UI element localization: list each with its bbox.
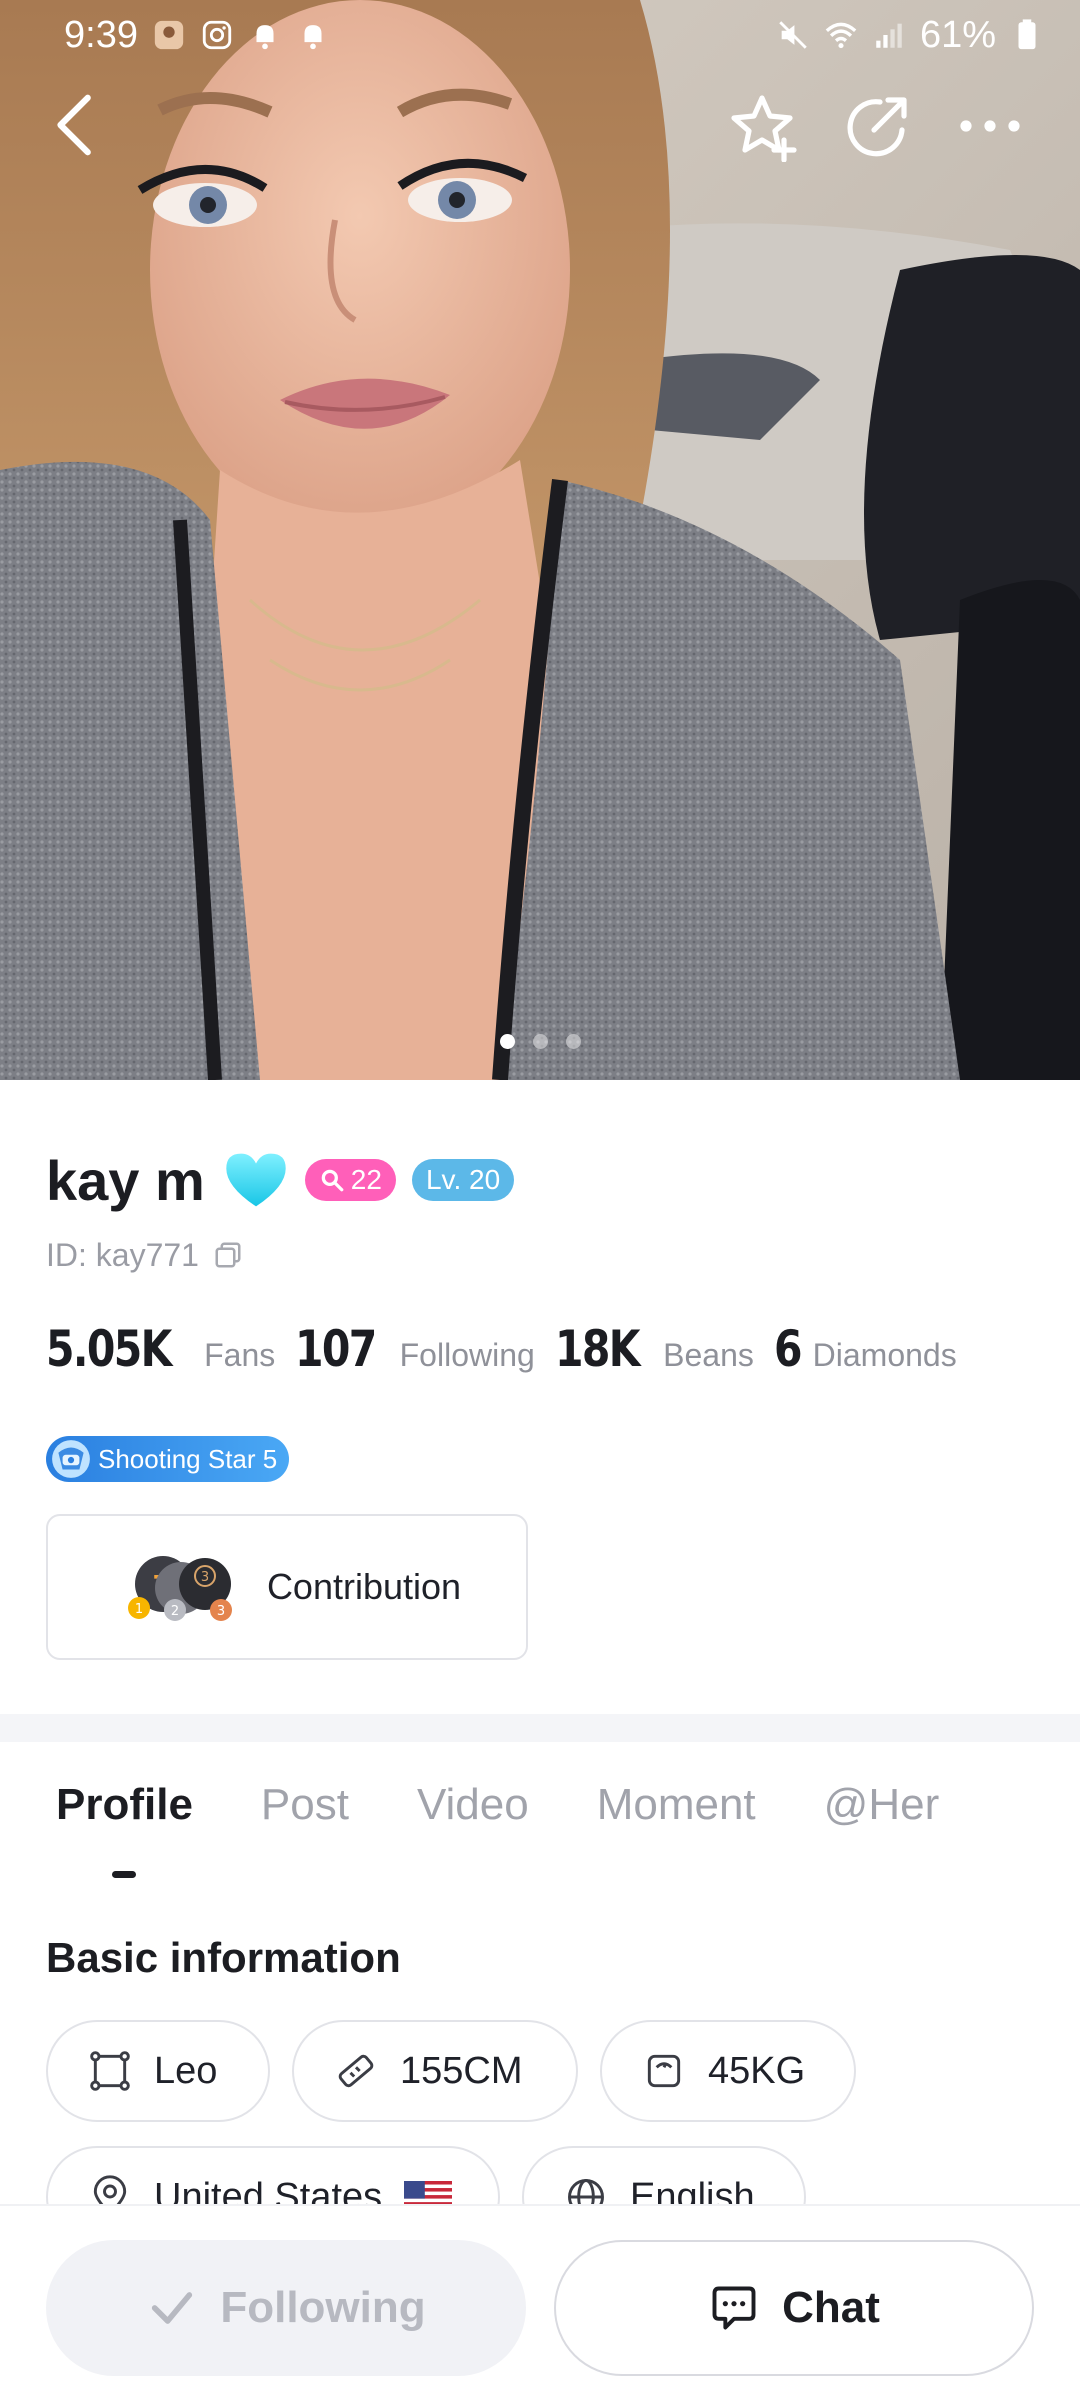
- shooting-star-medal-icon: [52, 1440, 90, 1478]
- stats-row: 5.05K Fans 107 Following 18K Beans 6 Dia…: [46, 1320, 963, 1378]
- profile-name: kay m: [46, 1148, 205, 1212]
- chip-label: 155CM: [400, 2049, 523, 2092]
- tab-moment[interactable]: Moment: [597, 1780, 756, 1850]
- following-button[interactable]: Following: [46, 2240, 526, 2376]
- instagram-icon: [202, 20, 232, 50]
- contribution-label: Contribution: [266, 1566, 462, 1607]
- user-level-badge: Lv. 20: [411, 1159, 515, 1201]
- chip-label: English: [630, 2175, 755, 2207]
- checkmark-icon: [152, 2292, 193, 2324]
- chip-label: Leo: [154, 2049, 218, 2092]
- user-id: ID: kay771: [46, 1236, 199, 1273]
- stat-diamonds[interactable]: 6 Diamonds: [774, 1320, 963, 1378]
- zodiac-icon: [90, 2051, 130, 2091]
- profile-avatar-icon: [154, 20, 184, 50]
- basic-info-chips: Leo 155CM 45KG United States English: [46, 2020, 1046, 2206]
- stat-beans[interactable]: 18K Beans: [555, 1320, 760, 1378]
- carousel-dot: [499, 1034, 515, 1049]
- section-divider: [0, 1714, 1080, 1742]
- ruler-icon: [338, 2054, 374, 2088]
- contribution-button[interactable]: T 3 1 2 3 Contribution: [46, 1514, 528, 1660]
- name-row: kay m 22 Lv. 20: [46, 1140, 515, 1220]
- chat-bubble-icon: [712, 2286, 756, 2330]
- status-time: 9:39: [64, 13, 138, 56]
- scale-icon: [647, 2054, 681, 2088]
- battery-percent: 61%: [919, 13, 996, 56]
- us-flag-icon: [404, 2181, 453, 2206]
- bell-icon: [256, 25, 274, 50]
- user-id-row: ID: kay771: [46, 1230, 243, 1280]
- rank-1: 1: [135, 1602, 143, 1617]
- stat-label: Fans: [204, 1337, 276, 1373]
- stat-label: Diamonds: [812, 1337, 957, 1373]
- battery-icon: [1018, 19, 1036, 50]
- stat-value: 5.05K: [46, 1320, 172, 1378]
- basic-info-title: Basic information: [46, 1934, 401, 1981]
- chip-zodiac: Leo: [46, 2020, 270, 2122]
- wifi-icon: [825, 22, 857, 49]
- share-icon[interactable]: [842, 90, 914, 162]
- tab-profile[interactable]: Profile: [56, 1780, 193, 1850]
- tab-her[interactable]: @Her: [824, 1780, 940, 1850]
- medal-badge[interactable]: Shooting Star 5: [46, 1436, 290, 1482]
- star-plus-icon[interactable]: [728, 90, 800, 162]
- avatar-letter-3: 3: [201, 1570, 209, 1585]
- carousel-dot: [565, 1034, 581, 1049]
- rank-3: 3: [217, 1604, 225, 1619]
- profile-photo[interactable]: 9:39 61%: [0, 0, 1080, 1080]
- top-bar: [0, 80, 1080, 170]
- fans-level-badge: 22: [304, 1159, 396, 1201]
- search-person-icon: [321, 1169, 344, 1192]
- globe-icon: [568, 2179, 604, 2206]
- bottom-action-bar: Following Chat: [0, 2204, 1080, 2408]
- chip-location: United States: [46, 2146, 500, 2206]
- stat-label: Beans: [663, 1337, 754, 1373]
- carousel-dot: [532, 1034, 548, 1049]
- contribution-avatars-icon: T 3 1 2 3: [127, 1556, 232, 1621]
- chip-height: 155CM: [292, 2020, 578, 2122]
- more-icon[interactable]: [950, 90, 1030, 162]
- rank-2: 2: [171, 1604, 179, 1619]
- stat-following[interactable]: 107 Following: [295, 1320, 541, 1378]
- chat-button[interactable]: Chat: [554, 2240, 1034, 2376]
- chip-weight: 45KG: [600, 2020, 856, 2122]
- mute-icon: [779, 21, 807, 49]
- fans-level-value: 22: [350, 1164, 382, 1195]
- stat-value: 107: [295, 1320, 377, 1378]
- stat-value: 6: [773, 1320, 803, 1378]
- cyan-heart-icon: [226, 1153, 286, 1207]
- stat-value: 18K: [554, 1320, 641, 1378]
- user-level-value: Lv. 20: [425, 1164, 501, 1195]
- bell-icon: [304, 25, 322, 50]
- stat-fans[interactable]: 5.05K Fans: [46, 1320, 281, 1378]
- signal-icon: [876, 23, 902, 48]
- following-label: Following: [220, 2283, 426, 2332]
- profile-tabs: Profile Post Video Moment @Her: [56, 1780, 939, 1850]
- location-pin-icon: [93, 2175, 127, 2206]
- chip-label: United States: [154, 2175, 383, 2207]
- tab-post[interactable]: Post: [261, 1780, 349, 1850]
- chip-language: English: [522, 2146, 806, 2206]
- medal-label: Shooting Star 5: [98, 1443, 278, 1474]
- tab-video[interactable]: Video: [417, 1780, 529, 1850]
- status-bar: 9:39 61%: [0, 0, 1080, 70]
- carousel-indicator: [0, 1034, 1080, 1049]
- copy-icon[interactable]: [213, 1240, 243, 1270]
- stat-label: Following: [399, 1337, 535, 1373]
- chip-label: 45KG: [708, 2049, 806, 2092]
- chat-label: Chat: [782, 2283, 880, 2332]
- back-arrow-icon[interactable]: [48, 90, 108, 160]
